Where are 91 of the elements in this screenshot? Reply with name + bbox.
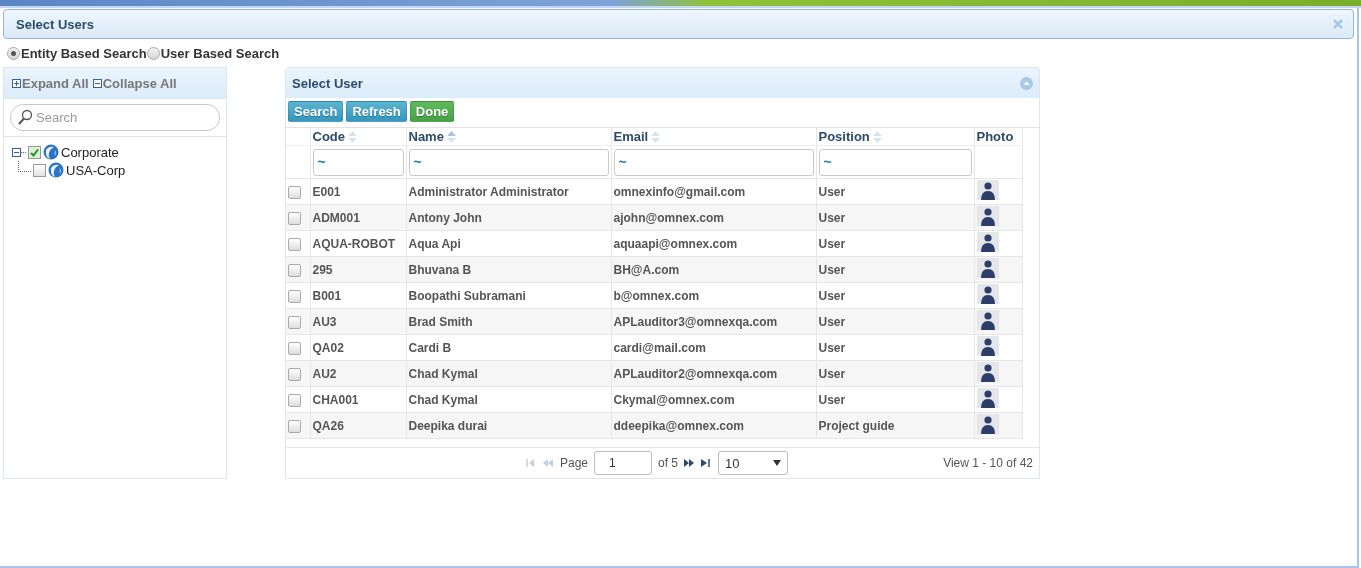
plus-box-icon: [12, 78, 21, 88]
page-count: of 5: [658, 456, 679, 470]
search-icon: [17, 109, 33, 125]
radio-button[interactable]: [146, 46, 160, 60]
table-cell: User: [818, 366, 846, 381]
table-cell: User: [818, 184, 846, 199]
table-cell: ADM001: [312, 210, 360, 225]
table-cell: cardi@mail.com: [613, 340, 706, 355]
page-size-select[interactable]: 10: [718, 451, 789, 475]
table-cell: Chad Kymal: [408, 392, 478, 407]
filter-field[interactable]: ~: [408, 148, 609, 176]
filter-field[interactable]: ~: [312, 148, 404, 176]
column-header[interactable]: Photo: [976, 129, 1014, 144]
table-cell: User: [818, 392, 846, 407]
radio-option[interactable]: User Based Search: [146, 45, 280, 61]
checkbox[interactable]: [33, 163, 46, 177]
table-cell: BH@A.com: [613, 262, 680, 277]
row-checkbox[interactable]: [288, 237, 301, 251]
table-cell: E001: [312, 184, 341, 199]
table-cell: Aqua Api: [408, 236, 461, 251]
table-cell: QA02: [312, 340, 344, 355]
column-header[interactable]: Position: [818, 129, 882, 144]
row-checkbox[interactable]: [288, 393, 301, 407]
radio-button[interactable]: [7, 46, 20, 60]
table-cell: AQUA-ROBOT: [312, 236, 396, 251]
record-count: View 1 - 10 of 42: [943, 456, 1033, 470]
column-header[interactable]: Code: [312, 129, 357, 144]
filter-field[interactable]: ~: [818, 148, 972, 176]
table-cell: User: [818, 340, 846, 355]
radio-option[interactable]: Entity Based Search: [7, 45, 147, 61]
next-page-icon: [684, 459, 696, 467]
table-cell: Ckymal@omnex.com: [613, 392, 735, 407]
table-cell: ajohn@omnex.com: [613, 210, 724, 225]
table-cell: Brad Smith: [408, 314, 473, 329]
row-checkbox[interactable]: [288, 315, 301, 329]
row-checkbox[interactable]: [288, 211, 301, 225]
table-cell: Boopathi Subramani: [408, 288, 526, 303]
table-cell: Bhuvana B: [408, 262, 472, 277]
dialog-title: Select Users: [16, 16, 95, 32]
filter-field[interactable]: ~: [613, 148, 814, 176]
table-cell: Project guide: [818, 418, 895, 433]
tree-node-label[interactable]: USA-Corp: [66, 162, 126, 178]
row-checkbox[interactable]: [288, 263, 301, 277]
column-header[interactable]: Name: [408, 129, 456, 144]
row-checkbox[interactable]: [288, 367, 301, 381]
panel-title: Select User: [292, 75, 363, 91]
expand-all-link[interactable]: Expand All: [12, 75, 89, 91]
table-cell: User: [818, 262, 846, 277]
checkmark-icon: [30, 147, 39, 157]
table-cell: Cardi B: [408, 340, 452, 355]
row-checkbox[interactable]: [288, 185, 301, 199]
dropdown-caret-icon: [773, 460, 782, 466]
table-cell: APLauditor3@omnexqa.com: [613, 314, 778, 329]
table-cell: b@omnex.com: [613, 288, 700, 303]
table-cell: aquaapi@omnex.com: [613, 236, 738, 251]
table-cell: CHA001: [312, 392, 359, 407]
collapse-all-link[interactable]: Collapse All: [92, 75, 177, 91]
globe-icon: [48, 162, 64, 178]
row-checkbox[interactable]: [288, 289, 301, 303]
table-cell: Chad Kymal: [408, 366, 478, 381]
collapse-toggle-icon[interactable]: [12, 147, 26, 157]
table-cell: ddeepika@omnex.com: [613, 418, 744, 433]
table-cell: B001: [312, 288, 342, 303]
minus-box-icon: [92, 78, 102, 88]
table-cell: User: [818, 210, 846, 225]
table-cell: User: [818, 288, 846, 303]
first-page-icon: [526, 459, 537, 467]
tree-node-label[interactable]: Corporate: [61, 144, 119, 160]
table-cell: User: [818, 314, 846, 329]
page-number-field[interactable]: 1: [594, 451, 653, 475]
row-checkbox[interactable]: [288, 341, 301, 355]
table-cell: User: [818, 236, 846, 251]
table-cell: Administrator Administrator: [408, 184, 569, 199]
globe-icon: [43, 144, 59, 160]
previous-page-icon: [543, 459, 554, 467]
table-cell: AU3: [312, 314, 337, 329]
close-icon: [1333, 19, 1343, 29]
last-page-icon: [701, 459, 713, 467]
table-cell: AU2: [312, 366, 337, 381]
checkbox[interactable]: [28, 145, 41, 159]
table-cell: APLauditor2@omnexqa.com: [613, 366, 778, 381]
row-checkbox[interactable]: [288, 419, 301, 433]
table-cell: 295: [312, 262, 333, 277]
table-cell: Antony John: [408, 210, 482, 225]
search-field[interactable]: Search: [10, 104, 220, 131]
table-cell: Deepika durai: [408, 418, 488, 433]
page-label: Page: [560, 456, 589, 470]
table-cell: omnexinfo@gmail.com: [613, 184, 746, 199]
column-header[interactable]: Email: [613, 129, 661, 144]
collapse-panel-icon: [1020, 76, 1033, 90]
table-cell: QA26: [312, 418, 344, 433]
